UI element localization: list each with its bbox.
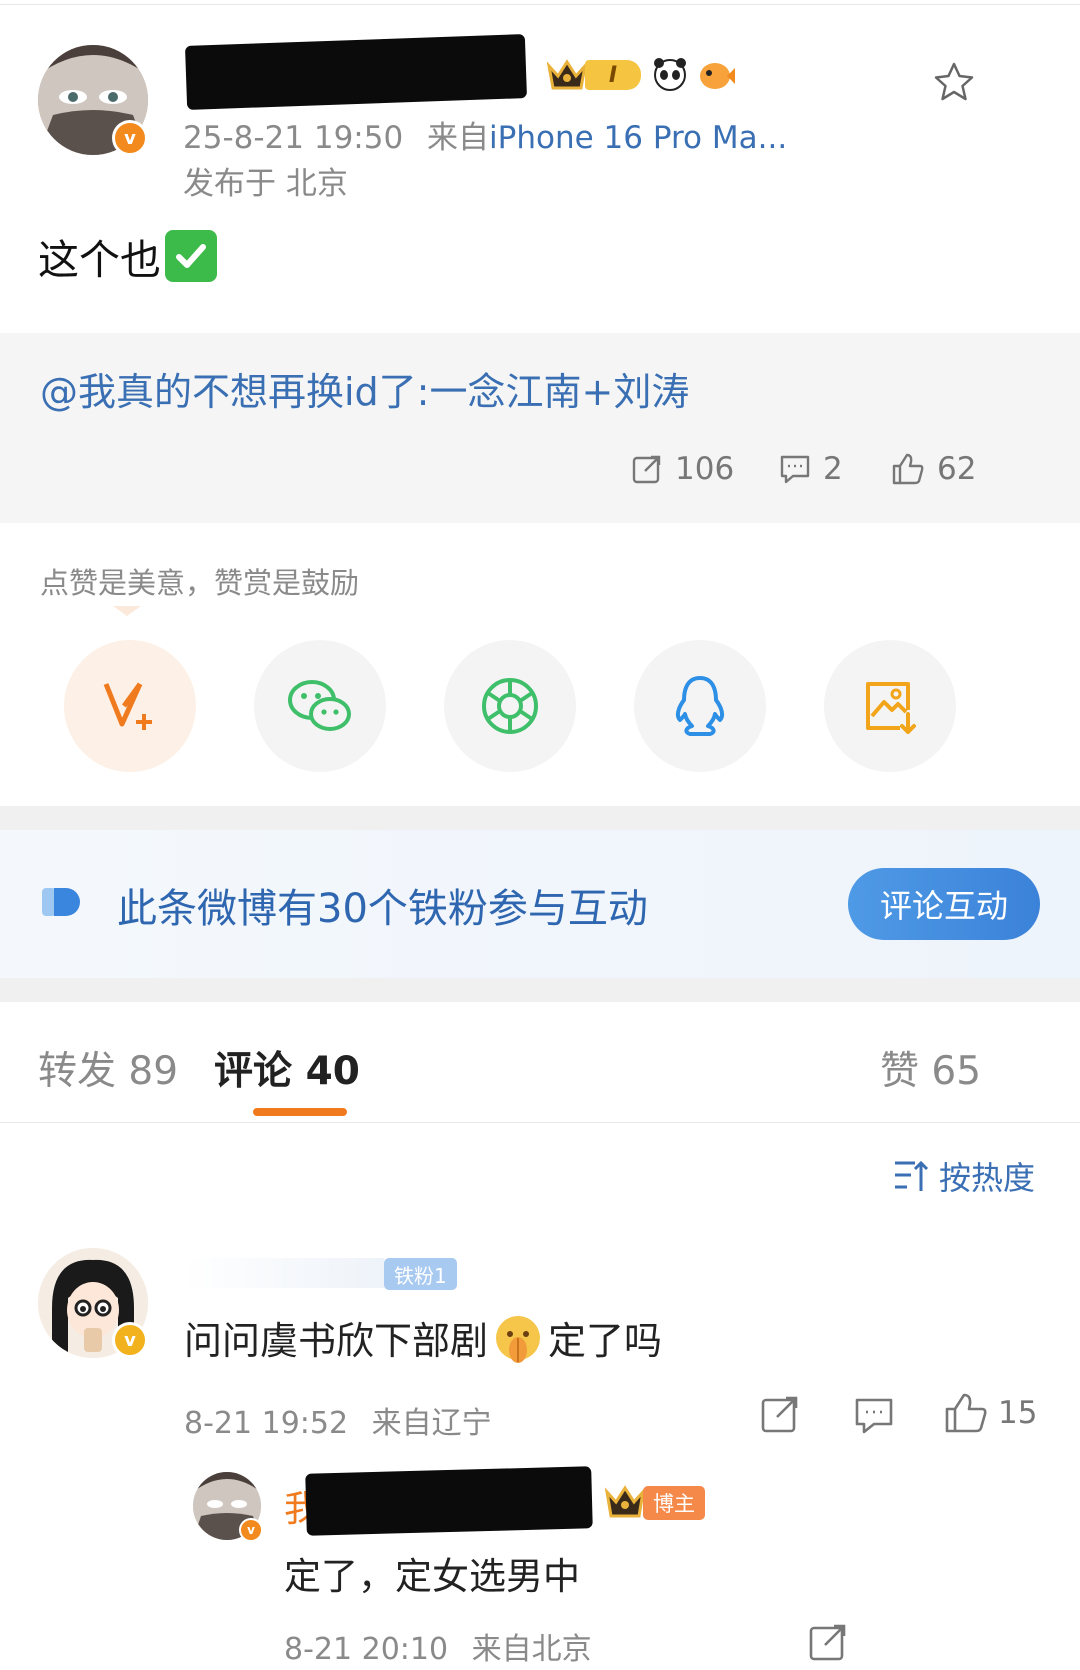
reply-faded-action-area — [860, 1620, 1080, 1670]
share-moments-button[interactable] — [444, 640, 576, 772]
repost-comment-stat[interactable]: 2 — [779, 451, 843, 487]
share-v-plus-button[interactable] — [64, 640, 196, 772]
reply-redacted-name — [305, 1466, 593, 1536]
comment-text-before: 问问虞书欣下部剧 — [184, 1319, 489, 1363]
tab-repost[interactable]: 转发 89 — [38, 1040, 178, 1096]
fish-badge-icon — [697, 56, 735, 92]
like-icon — [892, 453, 924, 485]
post-source-prefix: 来自 — [427, 120, 490, 156]
verified-badge-icon: v — [112, 120, 148, 156]
post-source-device[interactable]: iPhone 16 Pro Ma... — [489, 120, 787, 156]
level-badge: I — [585, 60, 641, 90]
favorite-star-icon[interactable] — [932, 60, 976, 104]
comment-location: 来自辽宁 — [371, 1406, 492, 1441]
share-wechat-button[interactable] — [254, 640, 386, 772]
iron-fan-badge-text: 铁粉1 — [394, 1263, 447, 1288]
iron-fan-badge: 铁粉1 — [384, 1258, 457, 1290]
comment-interact-button[interactable]: 评论互动 — [848, 868, 1040, 940]
tab-comment[interactable]: 评论 40 — [214, 1040, 360, 1096]
blogger-badge: 博主 — [643, 1486, 705, 1520]
quoted-repost[interactable]: @我真的不想再换id了:一念江南+刘涛 106 2 62 — [0, 333, 1080, 523]
qq-icon — [675, 676, 725, 736]
share-icon — [761, 1396, 798, 1433]
top-divider — [0, 4, 1080, 5]
repost-share-count: 106 — [675, 451, 735, 487]
commenter-name-blurred — [184, 1258, 384, 1288]
quoted-repost-text[interactable]: @我真的不想再换id了:一念江南+刘涛 — [40, 361, 689, 416]
sort-label: 按热度 — [939, 1159, 1036, 1197]
comment-text-after: 定了吗 — [548, 1319, 663, 1363]
level-badge-text: I — [608, 62, 618, 88]
comment-reply-button[interactable] — [854, 1396, 894, 1436]
comment-like-count: 15 — [998, 1395, 1038, 1431]
tabs-divider — [0, 1122, 1080, 1123]
share-icon — [809, 1624, 846, 1661]
blogger-badge-text: 博主 — [653, 1492, 695, 1516]
section-gap — [0, 806, 1080, 830]
panda-badge-icon — [652, 56, 688, 92]
reply-meta: 8-21 20:10 来自北京 — [284, 1624, 592, 1668]
sort-icon — [895, 1160, 929, 1191]
v-plus-icon — [103, 682, 152, 730]
tab-like[interactable]: 赞 65 — [880, 1040, 981, 1096]
share-hint: 点赞是美意，赞赏是鼓励 — [40, 566, 360, 600]
iron-fans-banner[interactable]: 此条微博有30个铁粉参与互动 评论互动 — [0, 830, 1080, 978]
repost-like-count: 62 — [937, 451, 977, 487]
comment-like-button[interactable]: 15 — [944, 1392, 1037, 1434]
share-save-image-button[interactable] — [824, 640, 956, 772]
redacted-username — [184, 34, 528, 110]
comment-share-button[interactable] — [760, 1394, 800, 1434]
post-timestamp: 25-8-21 19:50 — [183, 120, 404, 156]
share-icon — [632, 455, 661, 484]
comment-meta: 8-21 19:52 来自辽宁 — [184, 1398, 492, 1442]
post-meta: 25-8-21 19:50 来自iPhone 16 Pro Ma... — [183, 112, 787, 157]
check-mark-emoji-icon — [165, 230, 217, 282]
reply-verified-icon: v — [239, 1518, 263, 1542]
comment-text: 问问虞书欣下部剧 定了吗 — [184, 1310, 662, 1365]
reply-time: 8-21 20:10 — [284, 1632, 449, 1667]
section-gap-2 — [0, 978, 1080, 1002]
share-hint-pointer — [113, 606, 141, 616]
comment-icon — [855, 1398, 893, 1434]
repost-comment-count: 2 — [823, 451, 843, 487]
repost-like-stat[interactable]: 62 — [891, 451, 976, 487]
tab-active-indicator — [253, 1108, 347, 1116]
share-qq-button[interactable] — [634, 640, 766, 772]
post-content: 这个也 — [38, 226, 217, 286]
iron-fans-icon — [40, 884, 90, 924]
sort-by-hot-button[interactable]: 按热度 — [893, 1153, 1035, 1199]
post-location: 发布于 北京 — [183, 166, 348, 202]
wechat-icon — [288, 680, 351, 731]
comment-time: 8-21 19:52 — [184, 1406, 349, 1441]
save-image-icon — [866, 682, 916, 734]
comment-icon — [780, 455, 810, 484]
commenter-verified-icon: v — [112, 1322, 148, 1358]
praying-emoji-icon — [492, 1312, 544, 1364]
reply-location: 来自北京 — [471, 1632, 592, 1667]
like-icon — [945, 1393, 987, 1433]
reply-text: 定了，定女选男中 — [284, 1555, 580, 1598]
membership-crown-icon — [546, 58, 588, 92]
reply-share-button[interactable] — [808, 1622, 848, 1662]
iron-fans-text: 此条微博有30个铁粉参与互动 — [117, 886, 648, 932]
blogger-crown-icon — [604, 1484, 646, 1520]
post-content-text: 这个也 — [38, 236, 161, 284]
repost-share-stat[interactable]: 106 — [631, 451, 734, 487]
moments-icon — [482, 678, 538, 734]
